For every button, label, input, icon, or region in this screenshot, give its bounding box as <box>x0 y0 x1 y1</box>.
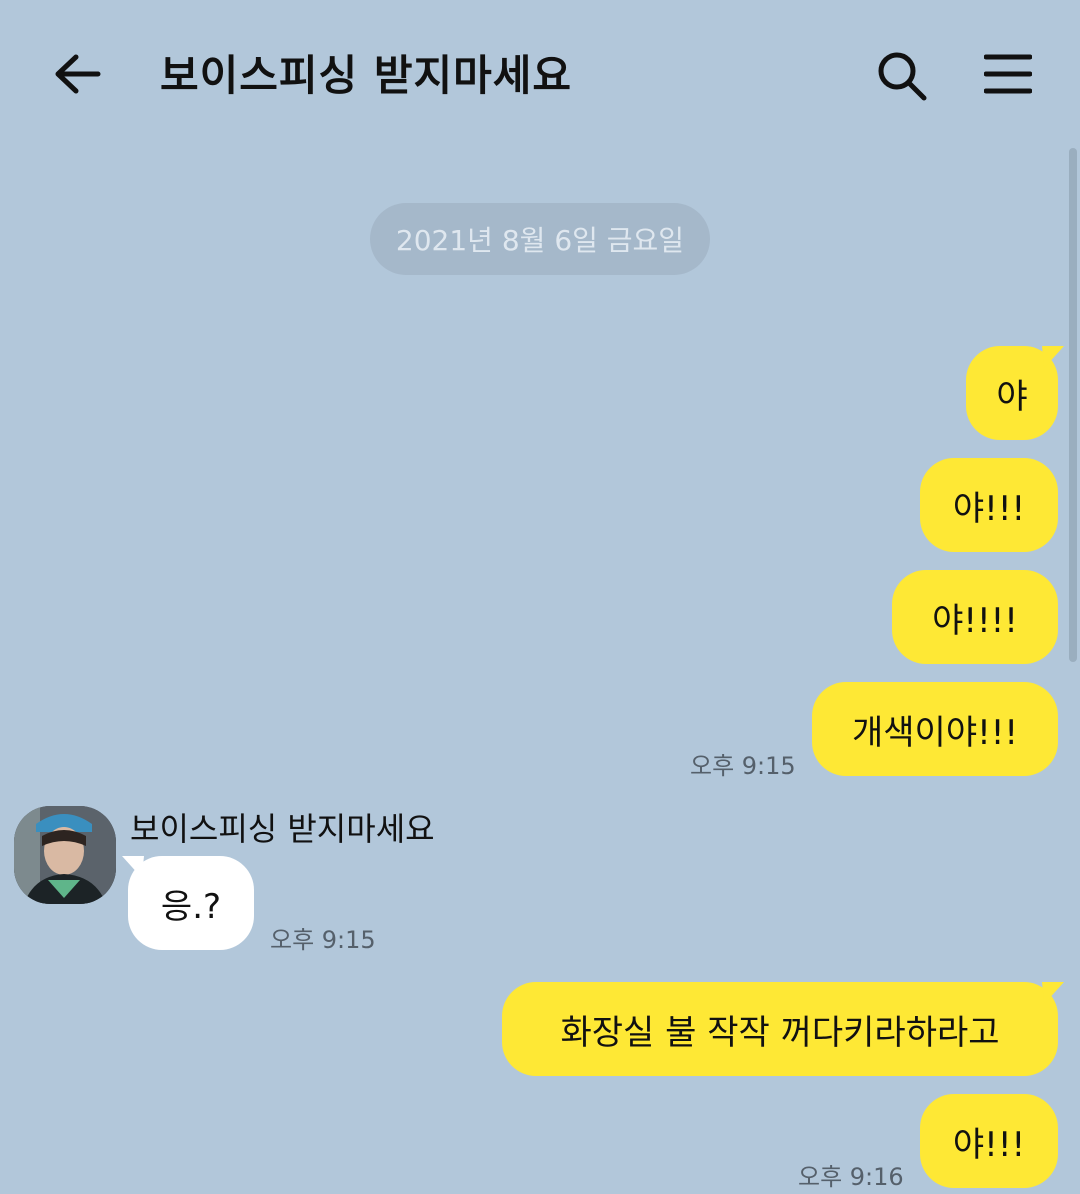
search-icon <box>878 52 927 101</box>
profile-photo <box>14 806 116 904</box>
back-button[interactable] <box>48 48 108 100</box>
other-message-bubble[interactable]: 응.? <box>128 856 254 950</box>
menu-button[interactable] <box>978 46 1038 102</box>
arrow-left-icon <box>55 54 101 94</box>
my-message-bubble[interactable]: 야!!!! <box>892 570 1058 664</box>
chat-room-title: 보이스피싱 받지마세요 <box>160 51 573 100</box>
scrollbar[interactable] <box>1069 148 1077 662</box>
my-message-bubble[interactable]: 개색이야!!! <box>812 682 1058 776</box>
sender-name: 보이스피싱 받지마세요 <box>130 810 435 848</box>
my-message-bubble[interactable]: 야!!! <box>920 458 1058 552</box>
date-divider: 2021년 8월 6일 금요일 <box>370 203 710 275</box>
my-message-bubble[interactable]: 야!!! <box>920 1094 1058 1188</box>
message-time: 오후 9:15 <box>270 926 376 954</box>
hamburger-menu-icon <box>984 54 1032 94</box>
my-message-bubble[interactable]: 야 <box>966 346 1058 440</box>
avatar[interactable] <box>14 806 116 904</box>
my-message-bubble[interactable]: 화장실 불 작작 꺼다키라하라고 <box>502 982 1058 1076</box>
search-button[interactable] <box>872 46 932 106</box>
message-time: 오후 9:16 <box>798 1163 904 1191</box>
chat-header: 보이스피싱 받지마세요 <box>0 0 1080 140</box>
message-time: 오후 9:15 <box>690 752 796 780</box>
